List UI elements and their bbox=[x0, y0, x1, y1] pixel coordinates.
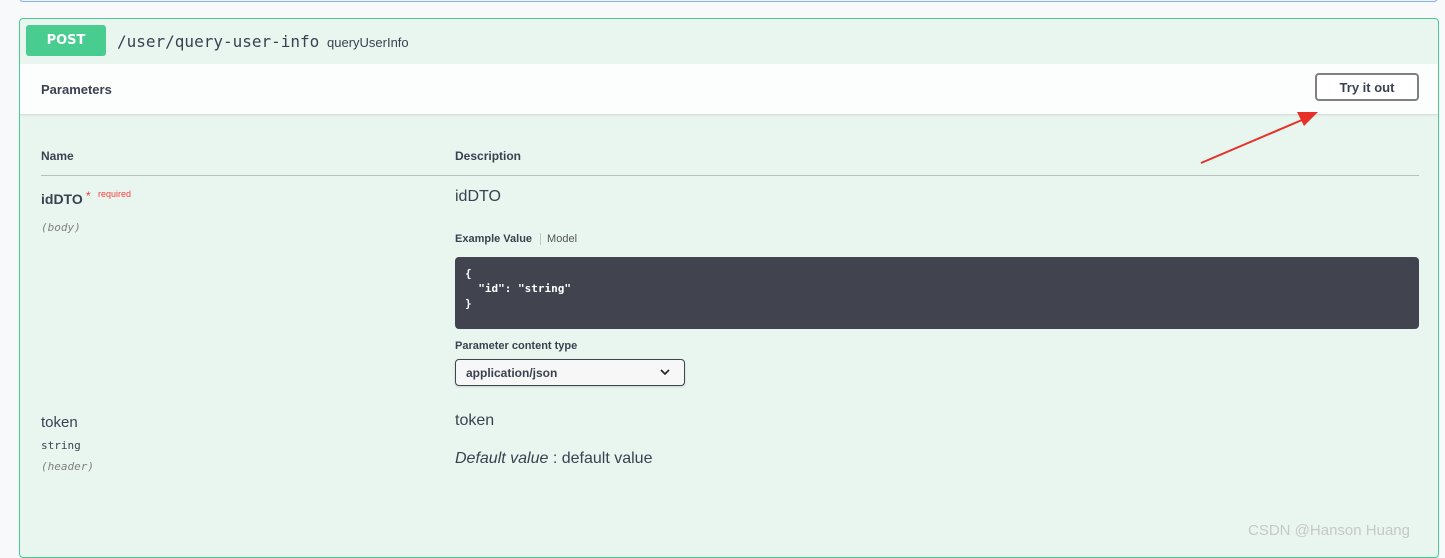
tab-model[interactable]: Model bbox=[541, 233, 577, 245]
param-name-token: token bbox=[41, 414, 78, 431]
example-model-tabs: Example Value Model bbox=[455, 230, 577, 248]
param-in-header: (header) bbox=[41, 460, 94, 473]
example-value-code: { "id": "string" } bbox=[455, 257, 1419, 329]
content-type-value: application/json bbox=[466, 366, 558, 380]
operation-id: queryUserInfo bbox=[327, 35, 409, 50]
endpoint-path: /user/query-user-info bbox=[117, 32, 320, 51]
parameters-title: Parameters bbox=[41, 82, 112, 97]
tab-example-value[interactable]: Example Value bbox=[455, 233, 542, 245]
watermark: CSDN @Hanson Huang bbox=[1248, 522, 1410, 539]
param-type-string: string bbox=[41, 439, 81, 452]
default-separator: : bbox=[548, 450, 562, 467]
param-name-iddto: idDTO bbox=[41, 191, 83, 207]
param-description-token: token bbox=[455, 412, 495, 429]
previous-opblock-edge bbox=[19, 0, 1438, 2]
parameters-header: Parameters Try it out bbox=[20, 64, 1438, 115]
code-line: { bbox=[465, 267, 472, 280]
opblock-post: POST /user/query-user-info queryUserInfo… bbox=[19, 18, 1439, 558]
content-type-select[interactable]: application/json bbox=[455, 359, 685, 386]
param-in-body: (body) bbox=[41, 221, 81, 234]
try-it-out-button[interactable]: Try it out bbox=[1315, 73, 1419, 101]
required-star: * bbox=[86, 189, 91, 203]
required-label: required bbox=[98, 189, 132, 199]
method-badge: POST bbox=[26, 25, 106, 56]
chevron-down-icon bbox=[660, 369, 670, 376]
header-divider bbox=[41, 175, 1419, 176]
opblock-summary[interactable]: POST /user/query-user-info queryUserInfo bbox=[20, 19, 1438, 65]
default-value: default value bbox=[561, 450, 653, 467]
default-value-line: Default value : default value bbox=[455, 450, 652, 468]
column-header-description: Description bbox=[455, 149, 522, 163]
column-header-name: Name bbox=[41, 149, 74, 163]
param-description-iddto: idDTO bbox=[455, 188, 501, 205]
content-type-label: Parameter content type bbox=[455, 340, 578, 352]
code-line: "id": "string" bbox=[465, 282, 571, 295]
default-label: Default value bbox=[455, 450, 549, 467]
code-line: } bbox=[465, 297, 472, 310]
